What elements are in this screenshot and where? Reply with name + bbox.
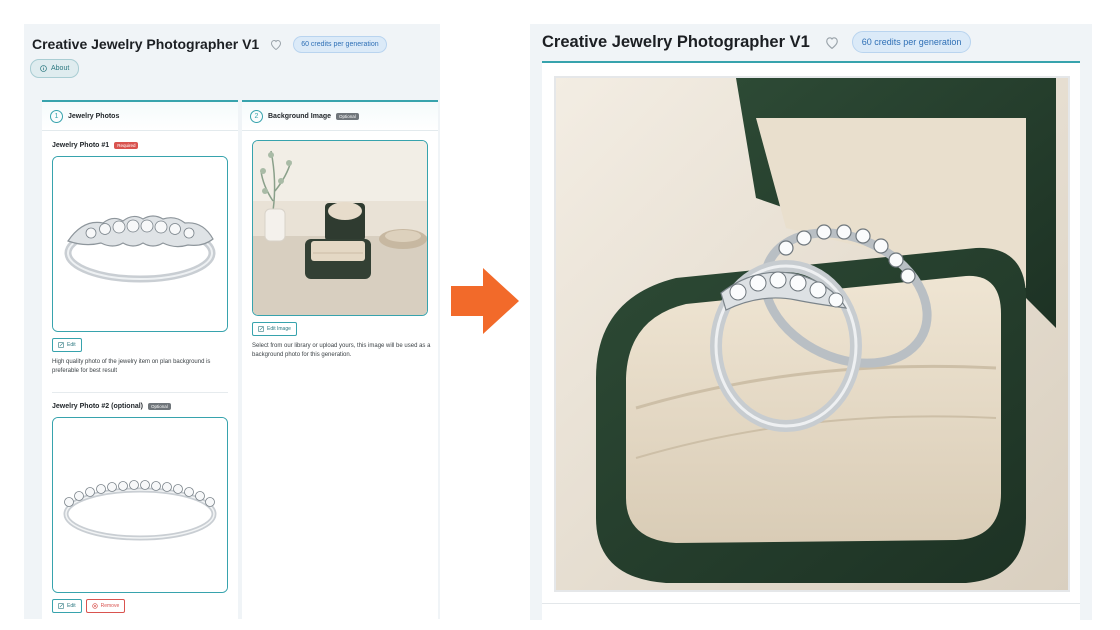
input-panel: Creative Jewelry Photographer V1 60 cred…: [24, 24, 440, 619]
background-photo: [253, 141, 427, 315]
jewelry-photo-2-dropzone[interactable]: [52, 417, 228, 593]
result-panel: Creative Jewelry Photographer V1 60 cred…: [530, 24, 1092, 620]
optional-badge: Optional: [148, 403, 171, 410]
arrow-right-icon: [451, 268, 519, 334]
remove-label: Remove: [100, 603, 120, 609]
section-header: 2 Background Image Optional: [242, 102, 438, 131]
photo2-remove-button[interactable]: Remove: [85, 599, 126, 613]
favorite-heart-icon[interactable]: [269, 37, 283, 51]
credits-badge: 60 credits per generation: [293, 35, 387, 53]
ring-photo-1: [53, 157, 227, 331]
photo1-label-row: Jewelry Photo #1 Required: [52, 142, 139, 149]
edit-label: Edit: [67, 342, 76, 348]
jewelry-photo-1-dropzone[interactable]: [52, 156, 228, 332]
about-label: About: [51, 65, 70, 72]
generated-ring-photo: [556, 78, 1068, 590]
photo2-label: Jewelry Photo #2 (optional): [52, 403, 144, 410]
app-header: Creative Jewelry Photographer V1 60 cred…: [32, 32, 440, 56]
credits-badge: 60 credits per generation: [851, 31, 972, 53]
photo1-edit-button[interactable]: Edit: [52, 338, 82, 352]
section-title: Background Image: [268, 112, 332, 120]
result-divider: [542, 603, 1080, 604]
background-help-text: Select from our library or upload yours,…: [252, 343, 431, 358]
background-image-section: 2 Background Image Optional Edit Image S…: [242, 100, 438, 619]
edit-icon: [58, 603, 64, 609]
photo2-actions: Edit Remove: [52, 599, 126, 613]
photo1-label: Jewelry Photo #1: [52, 142, 110, 149]
section-title: Jewelry Photos: [68, 112, 120, 120]
optional-badge: Optional: [336, 112, 359, 120]
photo2-label-row: Jewelry Photo #2 (optional) Optional: [52, 403, 171, 410]
divider: [52, 392, 228, 393]
edit-icon: [258, 326, 264, 332]
photo1-help-text: High quality photo of the jewelry item o…: [52, 359, 211, 374]
result-title: Creative Jewelry Photographer V1: [542, 32, 810, 51]
ring-photo-2: [53, 418, 227, 592]
edit-image-button[interactable]: Edit Image: [252, 322, 297, 336]
favorite-heart-icon[interactable]: [824, 34, 840, 50]
edit-label: Edit: [67, 603, 76, 609]
edit-image-label: Edit Image: [267, 326, 291, 332]
result-header: Creative Jewelry Photographer V1 60 cred…: [542, 30, 972, 54]
step-number: 2: [250, 109, 263, 123]
background-image-dropzone[interactable]: [252, 140, 428, 316]
result-card: [542, 63, 1080, 620]
info-icon: [40, 65, 47, 72]
about-button[interactable]: About: [30, 59, 80, 78]
edit-icon: [58, 342, 64, 348]
step-number: 1: [50, 109, 63, 123]
generated-image[interactable]: [554, 76, 1070, 592]
remove-icon: [91, 603, 98, 609]
form-columns: 1 Jewelry Photos Jewelry Photo #1 Requir…: [42, 100, 438, 619]
section-header: 1 Jewelry Photos: [42, 102, 238, 131]
required-badge: Required: [114, 142, 139, 149]
photo2-edit-button[interactable]: Edit: [52, 599, 82, 613]
app-title: Creative Jewelry Photographer V1: [32, 36, 260, 52]
jewelry-photos-section: 1 Jewelry Photos Jewelry Photo #1 Requir…: [42, 100, 238, 619]
